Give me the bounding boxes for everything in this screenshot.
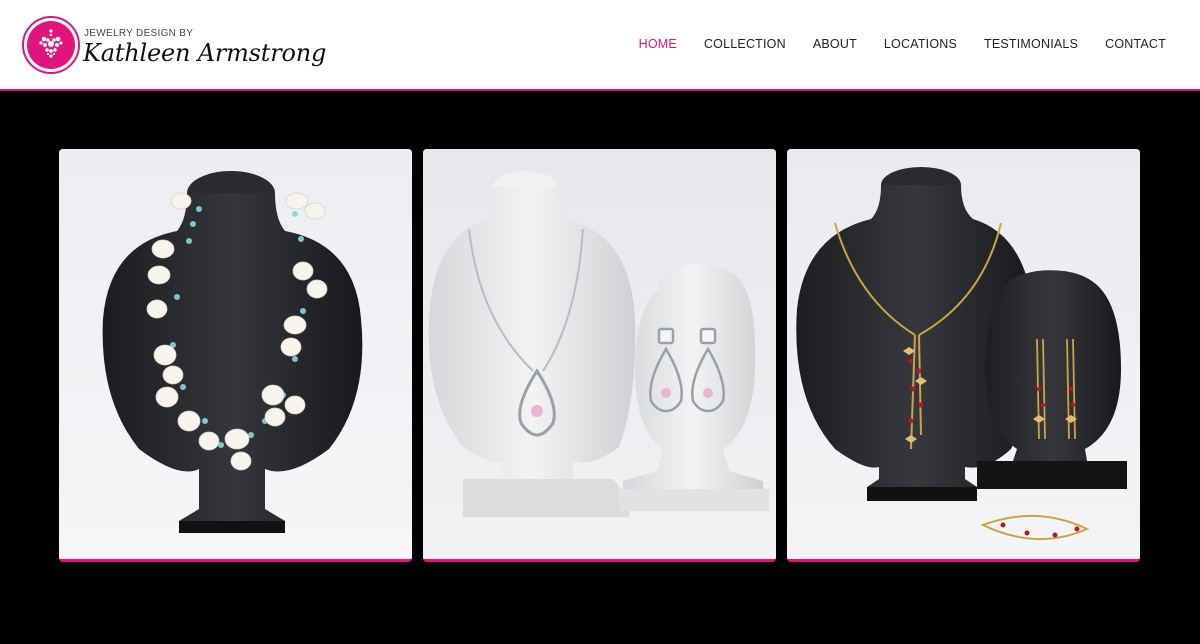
- nav-testimonials[interactable]: TESTIMONIALS: [984, 37, 1078, 51]
- nav-locations[interactable]: LOCATIONS: [884, 37, 957, 51]
- nav-contact[interactable]: CONTACT: [1105, 37, 1166, 51]
- nav-home[interactable]: HOME: [639, 37, 677, 51]
- site-header: JEWELRY DESIGN BY Kathleen Armstrong HOM…: [0, 0, 1200, 91]
- hero-gallery: [0, 93, 1200, 644]
- nav-about[interactable]: ABOUT: [813, 37, 857, 51]
- logo-name: Kathleen Armstrong: [83, 39, 327, 67]
- logo-badge-icon: [22, 16, 80, 74]
- gallery-image-silver-teardrop-set[interactable]: [423, 149, 776, 562]
- gallery-image-gold-butterfly-set[interactable]: [787, 149, 1140, 562]
- site-logo[interactable]: JEWELRY DESIGN BY Kathleen Armstrong: [22, 16, 326, 76]
- main-nav: HOME COLLECTION ABOUT LOCATIONS TESTIMON…: [612, 37, 1166, 51]
- logo-tagline: JEWELRY DESIGN BY: [84, 28, 194, 39]
- gallery-image-pearl-necklace[interactable]: [59, 149, 412, 562]
- nav-collection[interactable]: COLLECTION: [704, 37, 786, 51]
